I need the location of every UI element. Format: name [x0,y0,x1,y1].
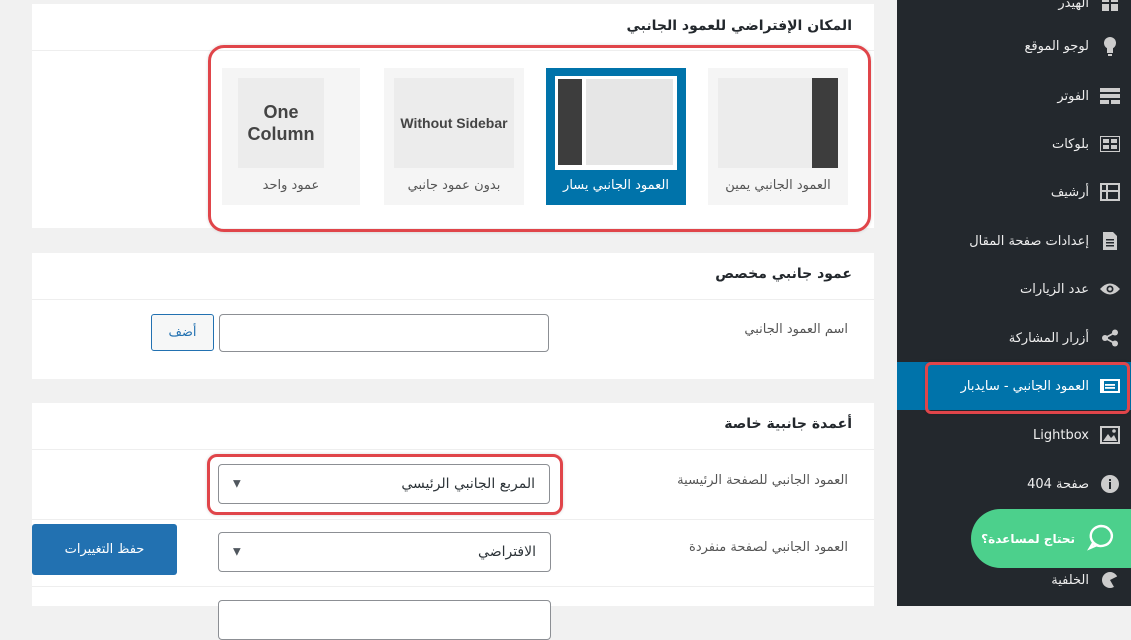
sidebar-name-input[interactable] [219,314,549,352]
info-icon [1099,473,1121,495]
palette-icon [1099,569,1121,591]
divider [32,449,874,450]
chat-bubble-icon [1087,523,1115,554]
single-sidebar-select[interactable]: الافتراضي ▼ [218,532,551,572]
sidebar-item-blocks[interactable]: بلوكات [897,121,1131,167]
sidebar-item-archive[interactable]: أرشيف [897,169,1131,215]
lightbulb-icon [1099,35,1121,57]
sidebar-item-label: لوجو الموقع [1024,38,1090,54]
footer-icon [1099,85,1121,107]
sidebar-item-label: صفحة 404 [1027,476,1089,492]
chevron-down-icon: ▼ [233,546,241,558]
panel-title: عمود جانبي مخصص [715,266,852,282]
highlight-frame [925,362,1130,414]
sidebar-item-label: إعدادات صفحة المقال [969,233,1089,249]
sidebar-item-lightbox[interactable]: Lightbox [897,412,1131,458]
sidebar-item-label: Lightbox [1033,427,1089,443]
panel-title: المكان الإفتراضي للعمود الجانبي [626,18,852,34]
sidebar-item-share[interactable]: أزرار المشاركة [897,315,1131,361]
save-button[interactable]: حفظ التغييرات [32,524,177,575]
help-chat-button[interactable]: تحتاج لمساعدة؟ [971,509,1131,568]
sidebar-item-post-settings[interactable]: إعدادات صفحة المقال [897,218,1131,264]
single-sidebar-label: العمود الجانبي لصفحة منفردة [689,540,848,555]
sidebar-item-label: بلوكات [1051,136,1089,152]
sidebar-name-label: اسم العمود الجانبي [744,322,848,337]
blocks-icon [1099,133,1121,155]
sidebar-item-logo[interactable]: لوجو الموقع [897,23,1131,69]
sidebar-item-visits[interactable]: عدد الزيارات [897,266,1131,312]
highlight-frame [207,454,563,515]
sidebar-item-label: الفوتر [1057,88,1089,104]
sidebar-item-label: أرشيف [1050,184,1089,200]
sidebar-item-label: عدد الزيارات [1020,281,1089,297]
archive-icon [1099,181,1121,203]
panel-title: أعمدة جانبية خاصة [724,416,852,432]
share-icon [1099,327,1121,349]
sidebar-item-label: أزرار المشاركة [1008,330,1089,346]
divider [32,586,874,587]
highlight-frame [208,45,871,232]
add-sidebar-button[interactable]: أضف [151,314,214,351]
sidebar-item-404[interactable]: صفحة 404 [897,461,1131,507]
document-icon [1099,230,1121,252]
divider [32,519,874,520]
layout-icon [1099,0,1121,14]
home-sidebar-label: العمود الجانبي للصفحة الرئيسية [677,473,848,488]
image-icon [1099,424,1121,446]
sidebar-item-footer[interactable]: الفوتر [897,73,1131,119]
custom-sidebar-panel: عمود جانبي مخصص اسم العمود الجانبي أضف [32,253,874,379]
select-value: الافتراضي [478,544,536,560]
next-sidebar-select[interactable] [218,600,551,640]
eye-icon [1099,278,1121,300]
sidebar-item-label: الهيدر [1058,0,1089,11]
sidebar-item-label: الخلفية [1051,572,1089,588]
help-label: تحتاج لمساعدة؟ [981,531,1075,546]
divider [32,299,874,300]
